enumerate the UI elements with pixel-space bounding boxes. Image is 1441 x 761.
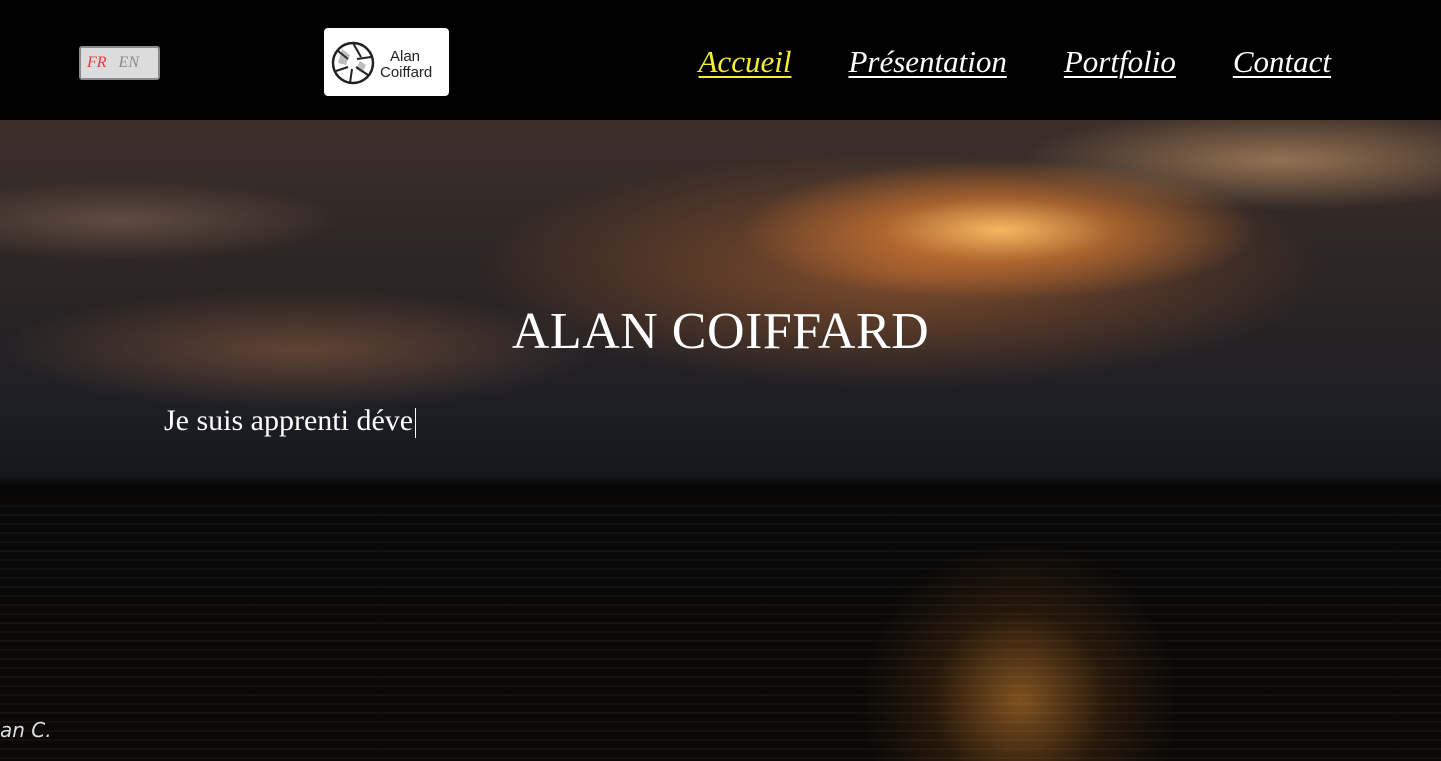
site-header: FR EN Alan Coiffard Accueil Présentation…: [0, 0, 1441, 120]
nav-contact[interactable]: Contact: [1233, 44, 1331, 80]
photo-watermark: an C.: [0, 718, 52, 742]
camera-aperture-icon: [331, 41, 375, 85]
typed-text: Je suis apprenti déve: [164, 404, 414, 437]
nav-presentation[interactable]: Présentation: [848, 44, 1006, 80]
logo-line2: Coiffard: [380, 64, 433, 81]
main-nav: Accueil Présentation Portfolio Contact: [699, 44, 1332, 80]
logo-text: Alan Coiffard: [380, 49, 432, 81]
nav-accueil[interactable]: Accueil: [699, 44, 792, 80]
typing-text: Je suis apprenti déve: [164, 404, 417, 439]
lang-en-option[interactable]: EN: [119, 54, 139, 72]
language-switcher[interactable]: FR EN: [79, 46, 160, 80]
logo-line1: Alan: [390, 48, 421, 65]
horizon-line: [0, 475, 1441, 505]
nav-portfolio[interactable]: Portfolio: [1064, 44, 1176, 80]
lang-fr-option[interactable]: FR: [87, 54, 107, 72]
typing-caret: [415, 408, 417, 439]
site-logo[interactable]: Alan Coiffard: [324, 28, 449, 96]
hero-title: ALAN COIFFARD: [511, 303, 930, 360]
water-texture: [0, 505, 1441, 761]
hero-section: ALAN COIFFARD Je suis apprenti déve an C…: [0, 120, 1441, 761]
